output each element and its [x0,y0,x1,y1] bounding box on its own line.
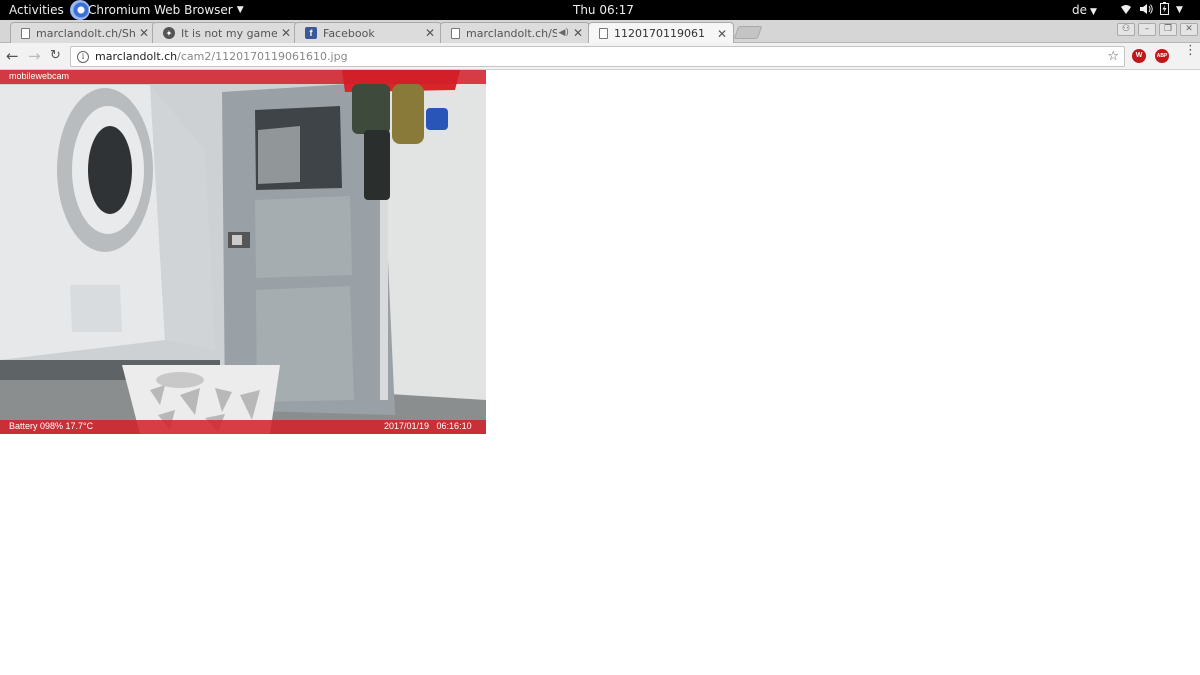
facebook-icon: f [305,27,317,39]
menu-icon[interactable]: ⋮ [1184,44,1197,57]
activities-button[interactable]: Activities [9,3,64,17]
system-tray[interactable]: ▼ [1120,2,1183,18]
back-arrow-icon[interactable]: ← [6,47,19,65]
tab-active-image[interactable]: 1120170119061 ✕ [588,22,734,44]
info-icon[interactable]: i [77,50,89,63]
close-icon[interactable]: ✕ [139,26,149,40]
w-extension-icon[interactable]: W [1132,49,1146,63]
chevron-down-icon: ▼ [1090,7,1097,17]
url-host: marclandolt.ch [95,50,178,63]
volume-icon [1139,3,1153,18]
tab-title: marclandolt.ch/Sl [466,26,557,40]
browser-toolbar: ← → ↻ i marclandolt.ch/cam2/112017011906… [0,43,1200,70]
wifi-icon [1120,3,1132,18]
maximize-icon[interactable]: ❐ [1159,23,1177,36]
url-path: /cam2/1120170119061610.jpg [177,50,348,63]
clock[interactable]: Thu 06:17 [573,3,634,17]
minimize-icon[interactable]: – [1138,23,1156,36]
app-menu-label: Chromium Web Browser [88,3,233,17]
document-icon [21,27,30,39]
power-menu-caret-icon: ▼ [1176,5,1183,15]
chromium-logo-icon [70,0,90,20]
close-icon[interactable]: ✕ [573,26,583,40]
close-window-icon[interactable]: ✕ [1180,23,1198,36]
close-icon[interactable]: ✕ [281,26,291,40]
battery-caption: Battery 098% 17.7°C [9,421,94,431]
tab-it-is-not-my-game[interactable]: ✦ It is not my game, b ✕ [152,22,298,43]
address-bar[interactable]: i marclandolt.ch/cam2/1120170119061610.j… [70,46,1125,67]
chevron-down-icon: ▼ [236,5,244,15]
reload-icon[interactable]: ↻ [50,48,61,63]
close-icon[interactable]: ✕ [717,27,727,41]
tab-title: 1120170119061 [614,27,705,40]
profile-icon[interactable]: ⚇ [1117,23,1135,36]
tab-title: It is not my game, b [181,26,277,40]
new-tab-button[interactable] [733,26,763,39]
tab-title: Facebook [323,26,375,40]
tab-marclandolt-sl[interactable]: marclandolt.ch/Sl ◀) ✕ [440,22,590,43]
tab-facebook[interactable]: f Facebook ✕ [294,22,442,43]
system-top-bar: Activities Chromium Web Browser ▼ Thu 06… [0,0,1200,20]
window-controls: ⚇ – ❐ ✕ [1117,23,1198,36]
timestamp-caption: 2017/01/19 06:16:10 [384,421,472,431]
keyboard-language-menu[interactable]: de ▼ [1072,3,1097,17]
top-caption-bar [0,70,486,84]
speaker-icon[interactable]: ◀) [559,28,569,38]
language-label: de [1072,3,1087,17]
tab-strip: marclandolt.ch/Shri ✕ ✦ It is not my gam… [0,20,1200,44]
tab-title: marclandolt.ch/Shri [36,26,135,40]
battery-icon [1160,2,1169,18]
game-icon: ✦ [163,27,175,39]
close-icon[interactable]: ✕ [425,26,435,40]
adblock-plus-icon[interactable]: ABP [1155,49,1169,63]
tab-marclandolt-shri[interactable]: marclandolt.ch/Shri ✕ [10,22,156,43]
forward-arrow-icon[interactable]: → [28,47,41,65]
document-icon [451,27,460,39]
document-icon [599,28,608,39]
bookmark-star-icon[interactable]: ☆ [1107,49,1119,64]
app-menu[interactable]: Chromium Web Browser ▼ [70,0,244,20]
top-caption: mobilewebcam [9,71,70,81]
webcam-photo-graphic [0,70,486,434]
webcam-image: mobilewebcam Battery 098% 17.7°C 2017/01… [0,70,486,434]
